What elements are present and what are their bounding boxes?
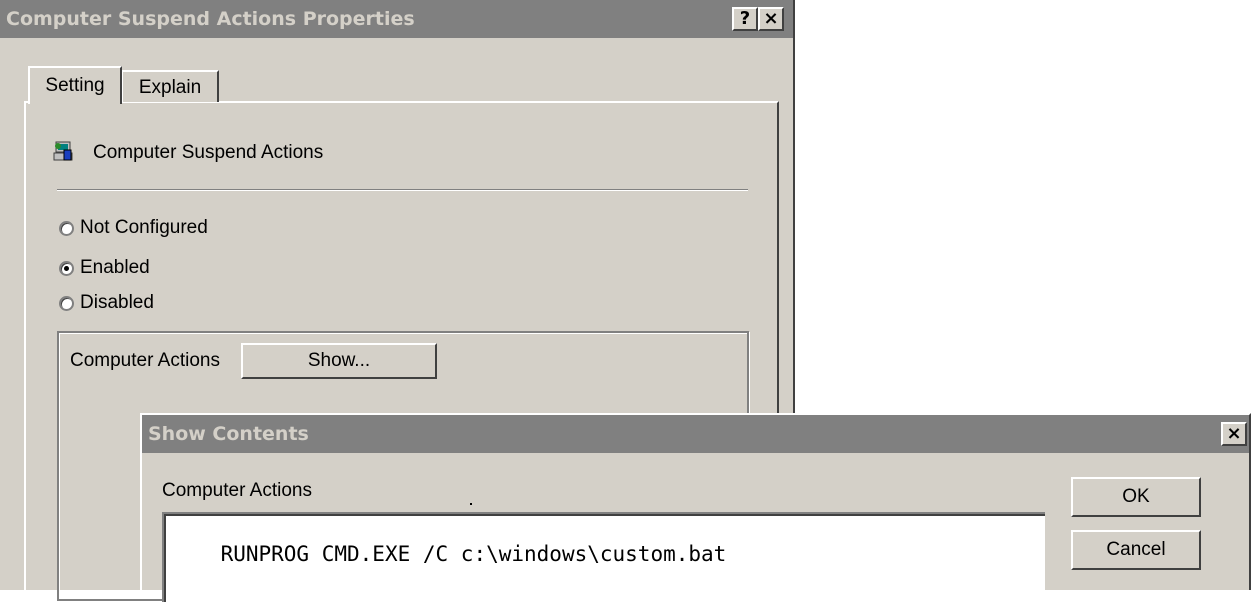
policy-name: Computer Suspend Actions <box>93 142 324 163</box>
properties-close-button[interactable]: × <box>758 7 784 31</box>
show-contents-titlebar[interactable]: Show Contents <box>142 415 1249 453</box>
properties-title: Computer Suspend Actions Properties <box>6 8 415 30</box>
tab-explain-label: Explain <box>138 77 202 98</box>
radio-disabled-label: Disabled <box>80 292 154 313</box>
properties-titlebar[interactable]: Computer Suspend Actions Properties <box>0 0 793 38</box>
radio-selected-dot <box>64 266 69 271</box>
policy-computer-icon <box>52 140 74 162</box>
radio-not-configured[interactable] <box>59 221 74 236</box>
cancel-button[interactable]: Cancel <box>1071 530 1201 570</box>
tab-setting-label: Setting <box>45 75 105 96</box>
show-contents-close-button[interactable]: × <box>1221 422 1247 446</box>
show-contents-dialog: Show Contents × Computer Actions RUNPROG… <box>140 413 1251 602</box>
computer-actions-label: Computer Actions <box>70 350 220 371</box>
radio-enabled-label: Enabled <box>80 257 150 278</box>
caret-marker <box>470 503 472 505</box>
show-contents-title: Show Contents <box>148 423 309 445</box>
close-icon: × <box>1226 423 1242 444</box>
separator <box>57 189 748 191</box>
help-button[interactable]: ? <box>732 7 758 31</box>
radio-not-configured-label: Not Configured <box>80 217 208 238</box>
ok-button[interactable]: OK <box>1071 477 1201 517</box>
list-entry[interactable]: RUNPROG CMD.EXE /C c:\windows\custom.bat <box>221 542 727 566</box>
show-button[interactable]: Show... <box>241 343 437 379</box>
actions-list[interactable]: RUNPROG CMD.EXE /C c:\windows\custom.bat <box>162 512 1045 602</box>
radio-enabled[interactable] <box>59 261 74 276</box>
tab-setting[interactable]: Setting <box>28 66 122 104</box>
list-label: Computer Actions <box>162 480 312 501</box>
close-icon: × <box>763 8 779 29</box>
tab-explain[interactable]: Explain <box>121 70 219 102</box>
radio-disabled[interactable] <box>59 296 74 311</box>
